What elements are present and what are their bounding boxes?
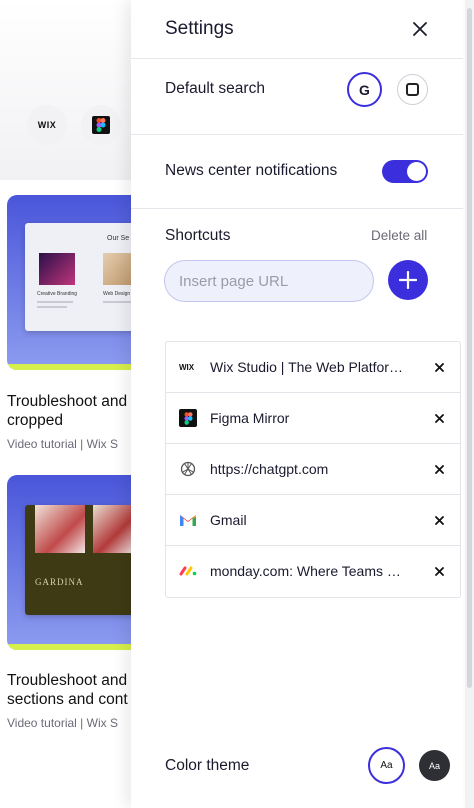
article-title-line: sections and cont	[7, 691, 128, 708]
toggle-knob	[407, 162, 426, 181]
plus-icon	[399, 271, 417, 289]
delete-all-button[interactable]: Delete all	[371, 228, 427, 243]
close-icon	[413, 22, 427, 36]
remove-shortcut-button[interactable]	[430, 562, 448, 580]
light-theme-option[interactable]: Aa	[368, 747, 405, 784]
news-center-label: News center notifications	[165, 162, 338, 179]
article-title[interactable]: Troubleshoot and sections and cont	[7, 671, 137, 709]
shortcut-item[interactable]: WIX Wix Studio | The Web Platform for Ag…	[166, 342, 460, 393]
dark-theme-option[interactable]: Aa	[419, 750, 450, 781]
close-icon	[434, 515, 444, 525]
article-title-line: cropped	[7, 412, 64, 429]
monday-logo-icon	[178, 562, 198, 580]
shortcuts-label: Shortcuts	[165, 227, 231, 244]
figma-logo-icon	[178, 409, 198, 427]
article-title[interactable]: Troubleshoot and cropped	[7, 392, 137, 430]
shortcut-label: Figma Mirror	[210, 410, 290, 426]
google-search-option[interactable]: G	[347, 72, 382, 107]
shortcut-url-input[interactable]	[164, 260, 374, 302]
panel-title: Settings	[165, 18, 234, 39]
close-icon	[434, 413, 444, 423]
thumbnail-heading: GARDINA	[35, 577, 84, 587]
shortcut-label: Gmail	[210, 512, 247, 528]
shortcut-item[interactable]: Gmail	[166, 495, 460, 546]
figma-logo-icon	[92, 116, 110, 134]
thumbnail-mock-page: GARDINA	[25, 505, 142, 615]
thumbnail-accent-bar	[7, 364, 142, 370]
divider	[131, 134, 463, 135]
divider	[131, 208, 463, 209]
article-title-line: Troubleshoot and	[7, 393, 128, 410]
close-button[interactable]	[407, 16, 433, 42]
thumbnail-tile-label: Creative Branding	[37, 291, 78, 297]
default-search-label: Default search	[165, 80, 265, 97]
scrollbar-thumb[interactable]	[467, 8, 472, 688]
close-icon	[434, 362, 444, 372]
article-thumbnail[interactable]: Our Se Creative Branding Web Design	[7, 195, 142, 370]
remove-shortcut-button[interactable]	[430, 358, 448, 376]
figma-shortcut-chip[interactable]	[81, 105, 121, 145]
bing-search-option[interactable]	[397, 74, 428, 105]
remove-shortcut-button[interactable]	[430, 409, 448, 427]
wix-logo-icon: WIX	[178, 358, 198, 376]
thumbnail-flower-image	[35, 505, 85, 553]
add-shortcut-button[interactable]	[388, 260, 428, 300]
shortcut-list: WIX Wix Studio | The Web Platform for Ag…	[165, 341, 461, 598]
wix-logo-icon: WIX	[37, 120, 57, 130]
thumbnail-heading: Our Se	[107, 235, 130, 242]
thumbnail-flower-image	[93, 505, 133, 553]
settings-panel: Settings Default search G News center no…	[131, 0, 463, 808]
google-icon: G	[359, 81, 370, 98]
divider	[131, 58, 463, 59]
news-center-toggle[interactable]	[382, 160, 428, 183]
thumbnail-mock-page: Our Se Creative Branding Web Design	[25, 223, 142, 331]
thumbnail-text-line	[37, 301, 73, 303]
wix-shortcut-chip[interactable]: WIX	[27, 105, 67, 145]
color-theme-label: Color theme	[165, 757, 250, 774]
shortcut-label: monday.com: Where Teams Get Work Done	[210, 563, 406, 579]
article-meta: Video tutorial | Wix S	[7, 437, 118, 451]
shortcut-item[interactable]: Figma Mirror	[166, 393, 460, 444]
thumbnail-tile	[39, 253, 75, 285]
article-title-line: Troubleshoot and	[7, 672, 128, 689]
shortcut-label: https://chatgpt.com	[210, 461, 329, 477]
shortcut-label: Wix Studio | The Web Platform for Agenci…	[210, 359, 406, 375]
gmail-logo-icon	[178, 511, 198, 529]
shortcut-item[interactable]: https://chatgpt.com	[166, 444, 460, 495]
thumbnail-text-line	[37, 306, 67, 308]
background-header-area	[0, 0, 140, 180]
remove-shortcut-button[interactable]	[430, 511, 448, 529]
openai-logo-icon	[178, 460, 198, 478]
article-meta: Video tutorial | Wix S	[7, 716, 118, 730]
article-thumbnail[interactable]: GARDINA	[7, 475, 142, 650]
shortcut-item[interactable]: monday.com: Where Teams Get Work Done	[166, 546, 460, 597]
remove-shortcut-button[interactable]	[430, 460, 448, 478]
scrollbar[interactable]	[465, 0, 474, 808]
bing-icon	[406, 83, 419, 96]
close-icon	[434, 464, 444, 474]
thumbnail-tile-label: Web Design	[103, 291, 131, 297]
thumbnail-accent-bar	[7, 644, 142, 650]
close-icon	[434, 566, 444, 576]
svg-text:WIX: WIX	[179, 363, 195, 371]
